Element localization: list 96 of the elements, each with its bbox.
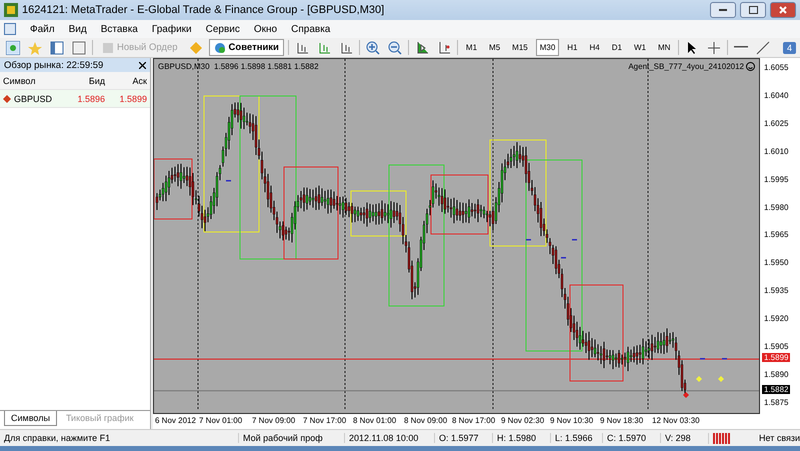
panel-title: Обзор рынка: 22:59:59 [4, 60, 104, 70]
price-label: 1.5980 [764, 202, 788, 212]
timeframe-button[interactable]: M30 [536, 39, 560, 56]
price-label: 1.6055 [764, 63, 788, 72]
price-label: 1.5935 [764, 286, 788, 296]
chart-window-icon[interactable] [4, 23, 16, 35]
time-label: 12 Nov 03:30 [652, 416, 700, 425]
price-label: 1.5950 [764, 258, 788, 268]
close-icon [779, 6, 787, 14]
help-text: Для справки, нажмите F1 [3, 433, 112, 443]
menu-item[interactable]: Графики [152, 24, 192, 34]
trend-line-button[interactable] [754, 39, 772, 56]
time-label: 9 Nov 18:30 [600, 416, 644, 425]
timeframe-button[interactable]: W1 [630, 39, 650, 56]
timeframe-button[interactable]: H1 [563, 39, 582, 56]
close-button[interactable] [770, 2, 796, 18]
price-label: 1.6025 [764, 118, 788, 128]
time-label: 9 Nov 02:30 [501, 416, 544, 425]
column-header[interactable]: Аск [108, 76, 150, 86]
timeframe-button[interactable]: D1 [608, 39, 626, 56]
smiley-icon [746, 62, 755, 71]
bid-price-tag: 1.5882 [762, 384, 790, 394]
navigator-button[interactable] [48, 39, 66, 56]
price-label: 1.5875 [764, 398, 788, 407]
close-icon[interactable] [139, 62, 146, 68]
signal-dash [561, 257, 566, 258]
ask-price-tag: 1.5899 [762, 353, 790, 362]
time-label: 6 Nov 2012 [155, 416, 196, 425]
price-label: 1.5920 [764, 314, 788, 324]
column-header[interactable]: Бид [68, 76, 108, 86]
time-label: 8 Nov 01:00 [353, 416, 396, 425]
menu-item[interactable]: Вставка [100, 24, 138, 34]
symbol-cell[interactable]: GBPUSD [0, 94, 68, 104]
timeframe-button[interactable]: M5 [485, 39, 504, 56]
order-icon [102, 42, 114, 54]
notification-badge[interactable]: 4 [782, 42, 796, 54]
price-label: 1.6040 [764, 90, 788, 100]
timeframe-button[interactable]: H4 [586, 39, 604, 56]
price-label: 1.5905 [764, 342, 788, 351]
diamond-icon [3, 94, 11, 102]
zoom-in-button[interactable] [364, 39, 382, 56]
timeframe-button[interactable]: MN [654, 39, 674, 56]
profile-text: Мой рабочий проф [238, 433, 344, 443]
app-logo-icon [4, 3, 18, 17]
cursor-icon [687, 40, 698, 54]
column-header[interactable]: Символ [0, 76, 68, 86]
window-icon [72, 40, 86, 54]
high-text: H: 1.5980 [492, 433, 550, 443]
menu-item[interactable]: Окно [254, 24, 278, 34]
low-text: L: 1.5966 [550, 433, 602, 443]
volume-text: V: 298 [660, 433, 708, 443]
timeframe-button[interactable]: M1 [462, 39, 482, 56]
price-label: 1.5965 [764, 230, 788, 240]
panel-tab[interactable]: Символы [4, 411, 57, 426]
maximize-button[interactable] [740, 2, 766, 18]
time-label: 7 Nov 17:00 [303, 416, 346, 425]
time-label: 7 Nov 01:00 [199, 416, 242, 425]
signal-dash [526, 239, 531, 240]
timeframe-button[interactable]: M15 [508, 39, 532, 56]
signal-dash [722, 358, 727, 360]
price-label: 1.5890 [764, 370, 788, 379]
signal-dash [572, 239, 577, 240]
menu-item[interactable]: Вид [68, 24, 87, 34]
time-label: 9 Nov 10:30 [550, 416, 594, 425]
minimize-button[interactable] [710, 2, 736, 18]
signal-diamond [718, 376, 724, 382]
horizontal-line-icon [734, 46, 748, 49]
connection-bars-icon [712, 432, 731, 444]
time-text: 2012.11.08 10:00 [344, 433, 434, 443]
time-label: 8 Nov 09:00 [404, 416, 448, 425]
menu-item[interactable]: Сервис [206, 24, 240, 34]
bid-cell-text: 1.5896 [76, 94, 106, 104]
time-label: 8 Nov 17:00 [452, 416, 496, 425]
window-title: 1624121: MetaTrader - E-Global Trade & Finance Group - [GBPUSD,M30] [22, 4, 386, 16]
signal-diamond [683, 392, 689, 398]
globe-icon [214, 42, 226, 54]
time-label: 7 Nov 09:00 [252, 416, 296, 425]
market-watch-button[interactable] [4, 39, 22, 56]
signal-dash [700, 358, 705, 360]
close-text: C: 1.5970 [602, 433, 660, 443]
maximize-icon [748, 6, 758, 14]
connection-status: Нет связи [758, 433, 800, 443]
menu-item[interactable]: Справка [291, 24, 330, 34]
chart-header: GBPUSD,M30 1.5896 1.5898 1.5881 1.5882 [158, 62, 319, 71]
open-text: O: 1.5977 [434, 433, 492, 443]
signal-dash [226, 180, 231, 182]
ask-cell-text: 1.5899 [118, 94, 148, 104]
zoom-out-button[interactable] [386, 39, 404, 56]
price-label: 1.6010 [764, 146, 788, 156]
menu-item[interactable]: Файл [30, 24, 55, 34]
price-label: 1.5995 [764, 174, 788, 184]
terminal-button[interactable] [70, 39, 88, 56]
expert-label: Agent_SB_777_4you_24102012 [628, 62, 755, 71]
signal-diamond [696, 376, 702, 382]
experts-button[interactable]: Советники [208, 39, 284, 56]
minimize-icon [719, 8, 727, 12]
